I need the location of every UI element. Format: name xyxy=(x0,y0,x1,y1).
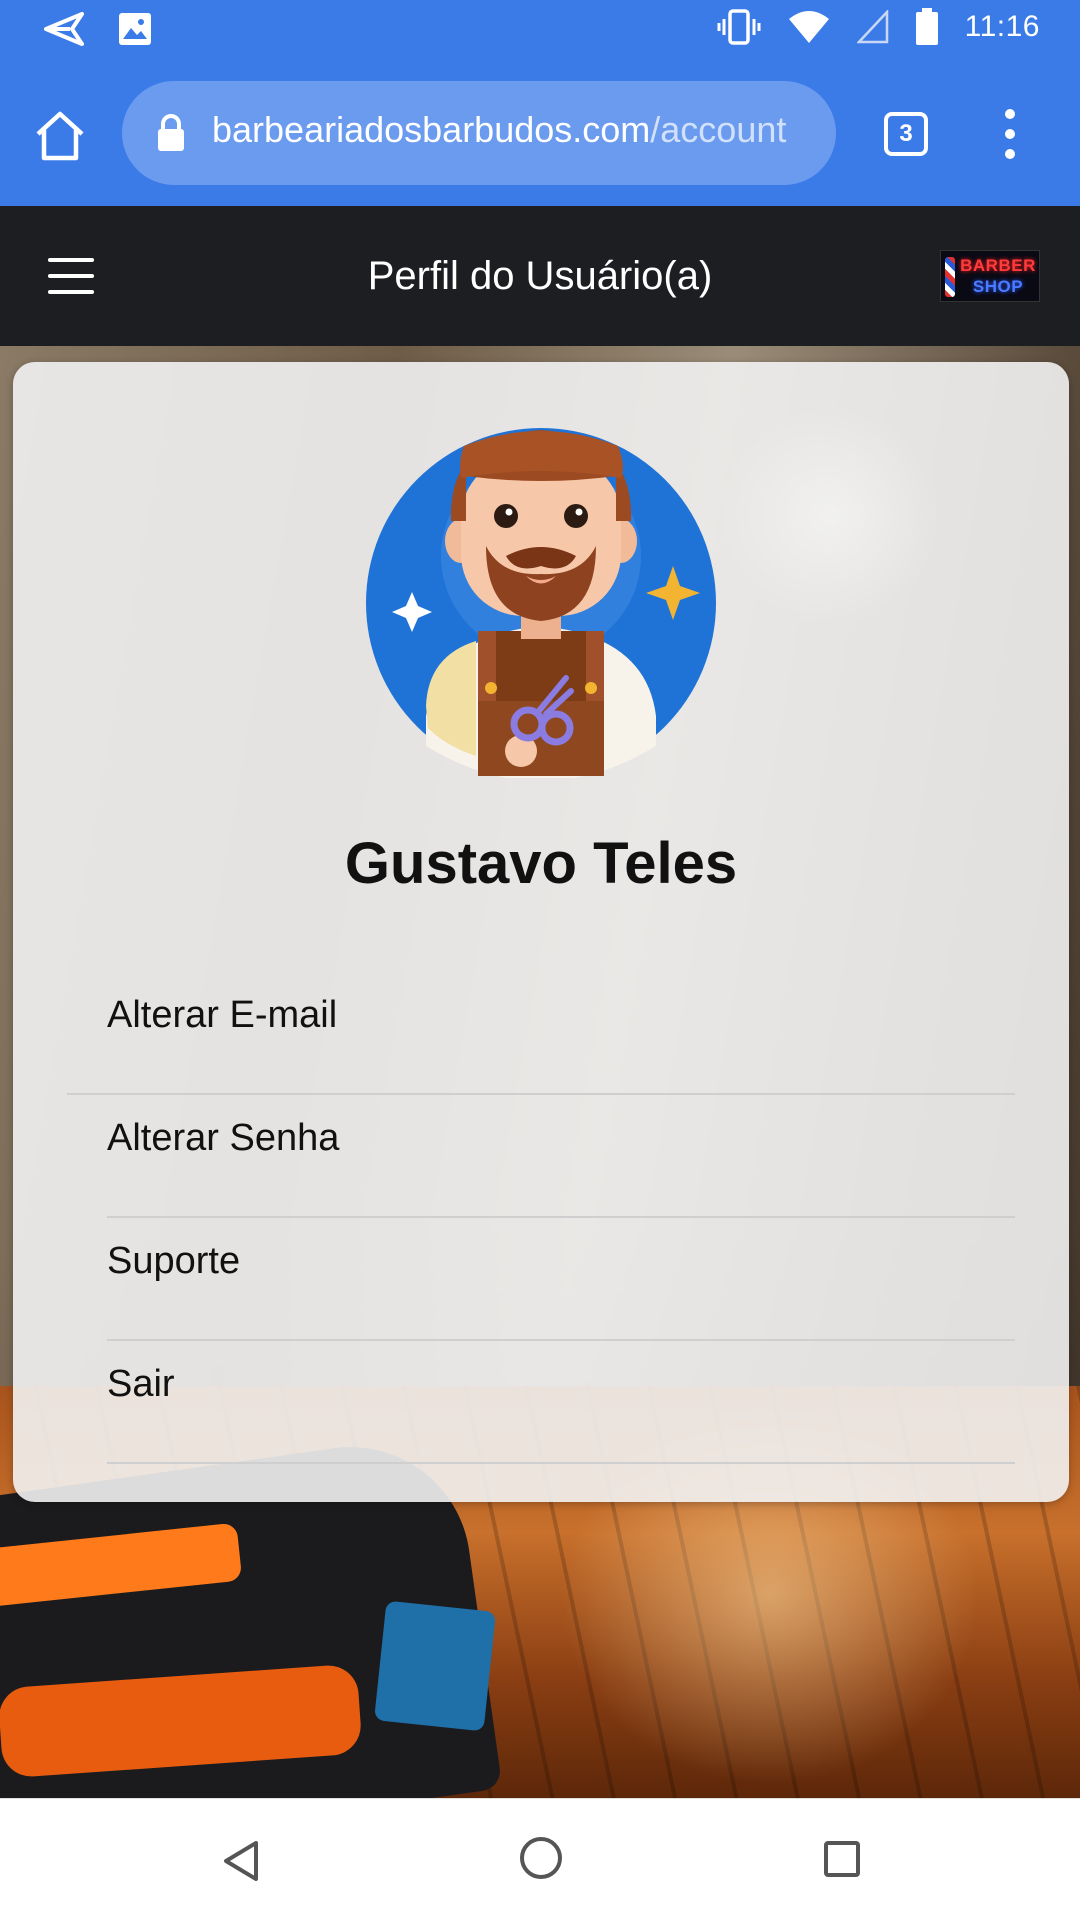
tab-switcher-button[interactable]: 3 xyxy=(884,112,928,156)
menu-item-label: Sair xyxy=(107,1363,175,1405)
wifi-icon xyxy=(788,11,829,43)
url-domain: barbeariadosbarbudos.com xyxy=(212,109,651,150)
system-navigation-bar xyxy=(0,1798,1080,1920)
profile-card: Gustavo Teles Alterar E-mail Alterar Sen… xyxy=(13,362,1069,1502)
barber-avatar-icon xyxy=(366,428,716,778)
logo-line-2: SHOP xyxy=(972,277,1024,296)
divider xyxy=(107,1462,1015,1464)
user-name: Gustavo Teles xyxy=(344,831,738,896)
menu-item-change-password[interactable]: Alterar Senha xyxy=(13,1095,1069,1218)
battery-icon xyxy=(915,8,938,45)
menu-item-logout[interactable]: Sair xyxy=(13,1341,1069,1464)
menu-item-support[interactable]: Suporte xyxy=(13,1218,1069,1341)
page-title: Perfil do Usuário(a) xyxy=(367,254,713,298)
app-header: Perfil do Usuário(a) BARBER SHOP xyxy=(0,206,1080,346)
image-icon xyxy=(119,13,151,45)
vibrate-icon xyxy=(717,9,761,45)
url-path: /account xyxy=(650,109,787,150)
account-menu: Alterar E-mail Alterar Senha Suporte Sai… xyxy=(13,972,1069,1464)
home-icon[interactable] xyxy=(34,110,86,162)
status-bar: 11:16 xyxy=(0,0,1080,66)
lock-icon xyxy=(158,114,184,151)
more-options-icon[interactable] xyxy=(1000,106,1020,162)
menu-item-label: Alterar E-mail xyxy=(107,994,338,1036)
recent-apps-icon[interactable] xyxy=(822,1839,862,1879)
menu-item-change-email[interactable]: Alterar E-mail xyxy=(13,972,1069,1095)
back-icon[interactable] xyxy=(220,1839,264,1883)
address-bar[interactable]: barbeariadosbarbudos.com/account xyxy=(122,81,836,185)
send-icon xyxy=(44,12,84,46)
barber-pole-icon xyxy=(945,257,955,297)
browser-toolbar: barbeariadosbarbudos.com/account 3 xyxy=(0,66,1080,206)
status-clock: 11:16 xyxy=(964,10,1040,43)
signal-icon xyxy=(856,10,888,44)
url-text: barbeariadosbarbudos.com/account xyxy=(212,109,786,151)
logo-line-1: BARBER xyxy=(960,256,1036,275)
menu-item-label: Alterar Senha xyxy=(107,1117,340,1159)
home-circle-icon[interactable] xyxy=(518,1835,564,1881)
barber-shop-logo: BARBER SHOP xyxy=(940,250,1040,302)
menu-item-label: Suporte xyxy=(107,1240,241,1282)
